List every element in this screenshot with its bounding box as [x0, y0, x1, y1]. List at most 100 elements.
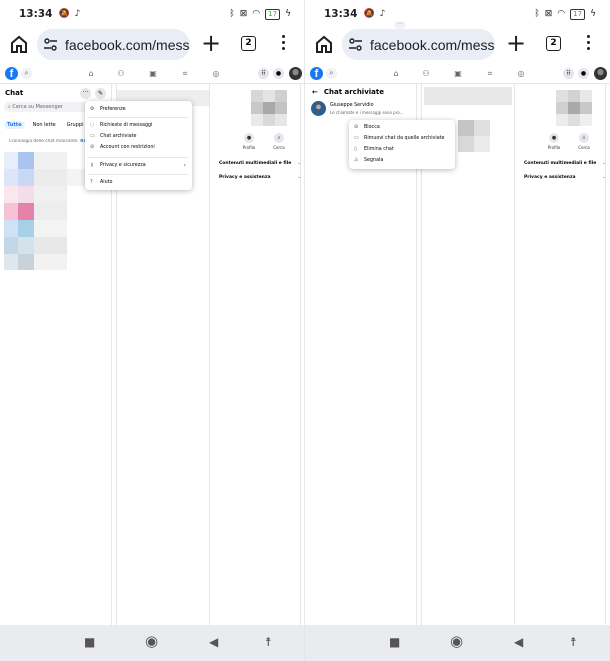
recents-icon[interactable]: ■	[84, 635, 95, 649]
android-nav-bar: ■ ◉ ◀ ☨	[305, 625, 610, 661]
phone-screen-left: 13:34 🔕 ♪ ᛒ ⊠ ◠ 17 ϟ facebook.com/messa …	[0, 0, 305, 661]
archived-header: ← Chat archiviate	[312, 88, 384, 96]
menu-delete-chat[interactable]: ▯ Elimina chat	[352, 145, 452, 154]
home-nav-icon[interactable]: ⌂	[391, 69, 401, 78]
video-nav-icon[interactable]: ▣	[453, 69, 463, 78]
chat-filters: Tutte Non lette Gruppi	[4, 121, 86, 129]
menu-archived-chats[interactable]: ▭ Chat archiviate	[88, 132, 188, 141]
profile-picture-blurred	[251, 90, 287, 126]
home-icon[interactable]	[9, 33, 29, 55]
warning-icon: ⚠	[354, 157, 359, 163]
menu-privacy-security[interactable]: ⚷ Privacy e sicurezza ›	[88, 161, 188, 170]
home-circle-icon[interactable]: ◉	[450, 632, 463, 650]
recents-icon[interactable]: ■	[389, 635, 400, 649]
block-user-icon: ⊘	[354, 124, 359, 130]
search-conversation-button[interactable]: ⌕ Cerca	[573, 133, 595, 150]
filter-unread[interactable]: Non lette	[30, 121, 59, 129]
profile-button[interactable]: ● Profilo	[543, 133, 565, 150]
chat-more-button[interactable]: ···	[394, 21, 406, 29]
charging-icon: ϟ	[590, 9, 596, 19]
gaming-nav-icon[interactable]: ◎	[516, 69, 526, 78]
chevron-down-icon: ⌄	[297, 175, 301, 180]
browser-toolbar: facebook.com/messa + 2	[0, 28, 305, 62]
gaming-nav-icon[interactable]: ◎	[211, 69, 221, 78]
archived-chat-item[interactable]: Giuseppe Servidio Le chiamate e i messag…	[311, 101, 415, 117]
profile-sidebar: ● Profilo ⌕ Cerca Contenuti multimediali e…	[518, 84, 606, 625]
friends-nav-icon[interactable]: ⚇	[116, 69, 126, 78]
menu-message-requests[interactable]: ◌ Richieste di messaggi	[88, 121, 188, 130]
accessibility-icon[interactable]: ☨	[265, 635, 272, 649]
privacy-support-row[interactable]: Privacy e assistenza ⌄	[219, 175, 301, 180]
chevron-down-icon: ⌄	[297, 161, 301, 166]
media-files-row[interactable]: Contenuti multimediali e file ⌄	[524, 161, 606, 166]
notifications-icon[interactable]: ●	[578, 68, 589, 79]
avatar	[311, 101, 326, 116]
chevron-right-icon: ›	[183, 162, 186, 169]
gear-icon: ⚙	[90, 106, 95, 112]
magnifier-icon: ⌕	[579, 133, 589, 143]
site-settings-icon[interactable]	[348, 37, 363, 52]
back-arrow-icon[interactable]: ←	[312, 88, 318, 96]
facebook-navbar: f ⌕ ⌂ ⚇ ▣ ⌗ ◎ ⠿ ●	[305, 65, 610, 84]
facebook-logo-icon[interactable]: f	[5, 67, 18, 80]
magnifier-icon: ⌕	[274, 133, 284, 143]
account-avatar[interactable]	[594, 67, 607, 80]
home-circle-icon[interactable]: ◉	[145, 632, 158, 650]
facebook-navbar: f ⌕ ⌂ ⚇ ▣ ⌗ ◎ ⠿ ●	[0, 65, 305, 84]
notifications-icon[interactable]: ●	[273, 68, 284, 79]
last-message-preview: Le chiamate e i messaggi sono pro...	[330, 110, 404, 115]
new-tab-icon[interactable]: +	[201, 31, 221, 55]
accessibility-icon[interactable]: ☨	[570, 635, 577, 649]
more-options-button[interactable]: ···	[80, 88, 91, 99]
chat-bubble-icon: ◌	[90, 122, 95, 128]
person-icon: ●	[549, 133, 559, 143]
site-settings-icon[interactable]	[43, 37, 58, 52]
video-nav-icon[interactable]: ▣	[148, 69, 158, 78]
search-icon[interactable]: ⌕	[326, 68, 337, 79]
address-bar[interactable]: facebook.com/messa	[342, 29, 495, 60]
marketplace-nav-icon[interactable]: ⌗	[180, 69, 190, 78]
menu-grid-icon[interactable]: ⠿	[563, 68, 574, 79]
menu-preferences[interactable]: ⚙ Preferenze	[88, 105, 188, 114]
filter-groups[interactable]: Gruppi	[64, 121, 87, 129]
browser-menu-icon[interactable]	[282, 35, 286, 53]
menu-block[interactable]: ⊘ Blocca	[352, 123, 452, 132]
privacy-support-row[interactable]: Privacy e assistenza ⌄	[524, 175, 606, 180]
mute-icon: 🔕	[58, 9, 70, 19]
person-icon: ●	[244, 133, 254, 143]
sim-off-icon: ⊠	[544, 9, 553, 19]
tiktok-icon: ♪	[379, 9, 386, 19]
menu-report[interactable]: ⚠ Segnala	[352, 156, 452, 165]
new-tab-icon[interactable]: +	[506, 31, 526, 55]
menu-help[interactable]: ? Aiuto	[88, 178, 188, 187]
back-icon[interactable]: ◀	[209, 635, 218, 649]
tab-switcher-button[interactable]: 2	[241, 36, 256, 51]
wifi-icon: ◠	[252, 9, 261, 19]
menu-restricted-accounts[interactable]: ⊘ Account con restrizioni	[88, 143, 188, 152]
address-bar[interactable]: facebook.com/messa	[37, 29, 190, 60]
url-text: facebook.com/messa	[370, 36, 495, 53]
status-bar: 13:34 🔕 ♪ ᛒ ⊠ ◠ 17 ϟ	[305, 0, 610, 28]
home-nav-icon[interactable]: ⌂	[86, 69, 96, 78]
account-avatar[interactable]	[289, 67, 302, 80]
tab-switcher-button[interactable]: 2	[546, 36, 561, 51]
browser-menu-icon[interactable]	[587, 35, 591, 53]
profile-button[interactable]: ● Profilo	[238, 133, 260, 150]
home-icon[interactable]	[314, 33, 334, 55]
menu-grid-icon[interactable]: ⠿	[258, 68, 269, 79]
new-message-icon[interactable]: ✎	[95, 88, 106, 99]
search-icon[interactable]: ⌕	[21, 68, 32, 79]
facebook-logo-icon[interactable]: f	[310, 67, 323, 80]
back-icon[interactable]: ◀	[514, 635, 523, 649]
filter-all[interactable]: Tutte	[4, 121, 25, 129]
profile-picture-blurred	[556, 90, 592, 126]
clock: 13:34	[324, 8, 358, 20]
trash-icon: ▯	[354, 146, 357, 152]
friends-nav-icon[interactable]: ⚇	[421, 69, 431, 78]
chevron-down-icon: ⌄	[602, 175, 606, 180]
search-conversation-button[interactable]: ⌕ Cerca	[268, 133, 290, 150]
marketplace-nav-icon[interactable]: ⌗	[485, 69, 495, 78]
media-files-row[interactable]: Contenuti multimediali e file ⌄	[219, 161, 301, 166]
menu-unarchive[interactable]: ▭ Rimuovi chat da quelle archiviate	[352, 134, 452, 143]
url-text: facebook.com/messa	[65, 36, 190, 53]
